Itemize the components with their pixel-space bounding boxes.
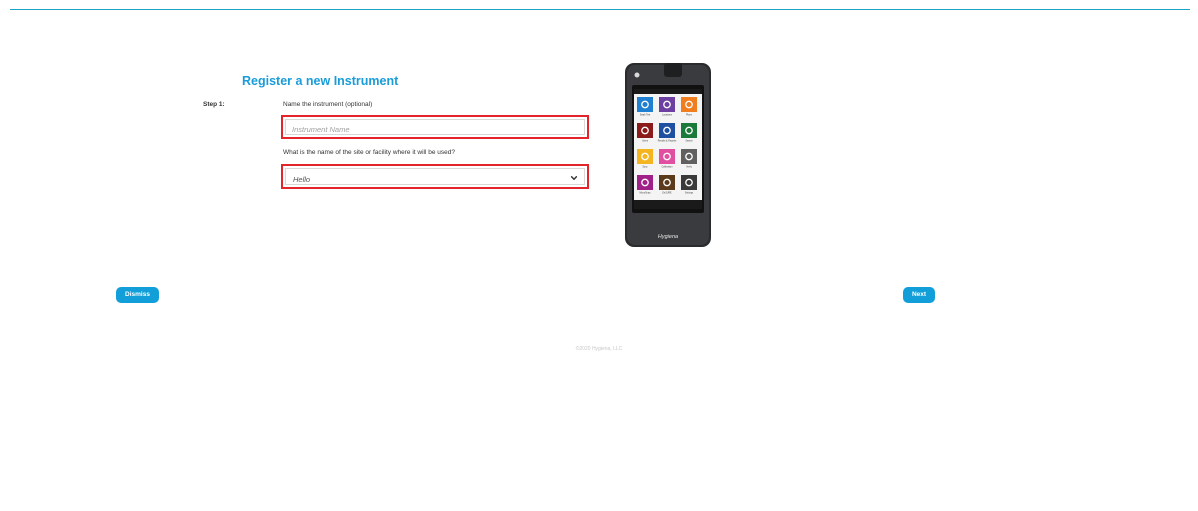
tile-label: EnSURE [662, 193, 672, 195]
microsnap-icon [637, 175, 653, 190]
instrument-name-input[interactable] [292, 125, 582, 134]
search-icon [681, 123, 697, 138]
tile-label: Locations [662, 114, 673, 117]
tile-label: Results & Reports [658, 140, 677, 143]
check-icon [659, 149, 675, 164]
site-facility-label: What is the name of the site or facility… [283, 149, 455, 156]
tile-label: Calibration [662, 166, 674, 169]
tile-label: Users [642, 140, 649, 143]
lightning-icon [637, 97, 653, 112]
user-icon [637, 123, 653, 138]
chevron-down-icon [570, 176, 578, 180]
list-icon [681, 97, 697, 112]
tile-label: Sync [642, 167, 648, 169]
tile-label: Search [685, 140, 693, 143]
tile-label: Verify [686, 166, 693, 169]
sync-icon [637, 149, 653, 164]
device-image: Swab Test Locations Plans Users Results & Re… [625, 63, 711, 247]
dots-icon [659, 175, 675, 190]
instrument-name-label: Name the instrument (optional) [283, 101, 373, 108]
tile-label: Plans [686, 115, 693, 117]
next-button[interactable]: Next [903, 287, 935, 303]
brand-logo: Hygiena [658, 234, 678, 240]
top-divider [10, 9, 1190, 10]
verify-icon [681, 149, 697, 164]
step-label: Step 1: [203, 101, 225, 108]
site-select-value: Hello [293, 175, 311, 184]
location-pin-icon [659, 97, 675, 112]
tile-label: Swab Test [640, 114, 651, 117]
camera-icon [634, 72, 640, 78]
pie-chart-icon [659, 123, 675, 138]
site-facility-select[interactable]: Hello [281, 164, 589, 189]
dismiss-button[interactable]: Dismiss [116, 287, 159, 303]
page-title: Register a new Instrument [242, 74, 399, 88]
site-select-frame: Hello [285, 168, 585, 185]
gear-icon [681, 175, 697, 190]
instrument-name-input-frame [285, 119, 585, 135]
instrument-name-field [281, 115, 589, 139]
tile-label: Settings [685, 192, 694, 195]
tile-label: MicroSnap [640, 192, 652, 195]
copyright-footer: ©2020 Hygiena, LLC [575, 346, 623, 352]
